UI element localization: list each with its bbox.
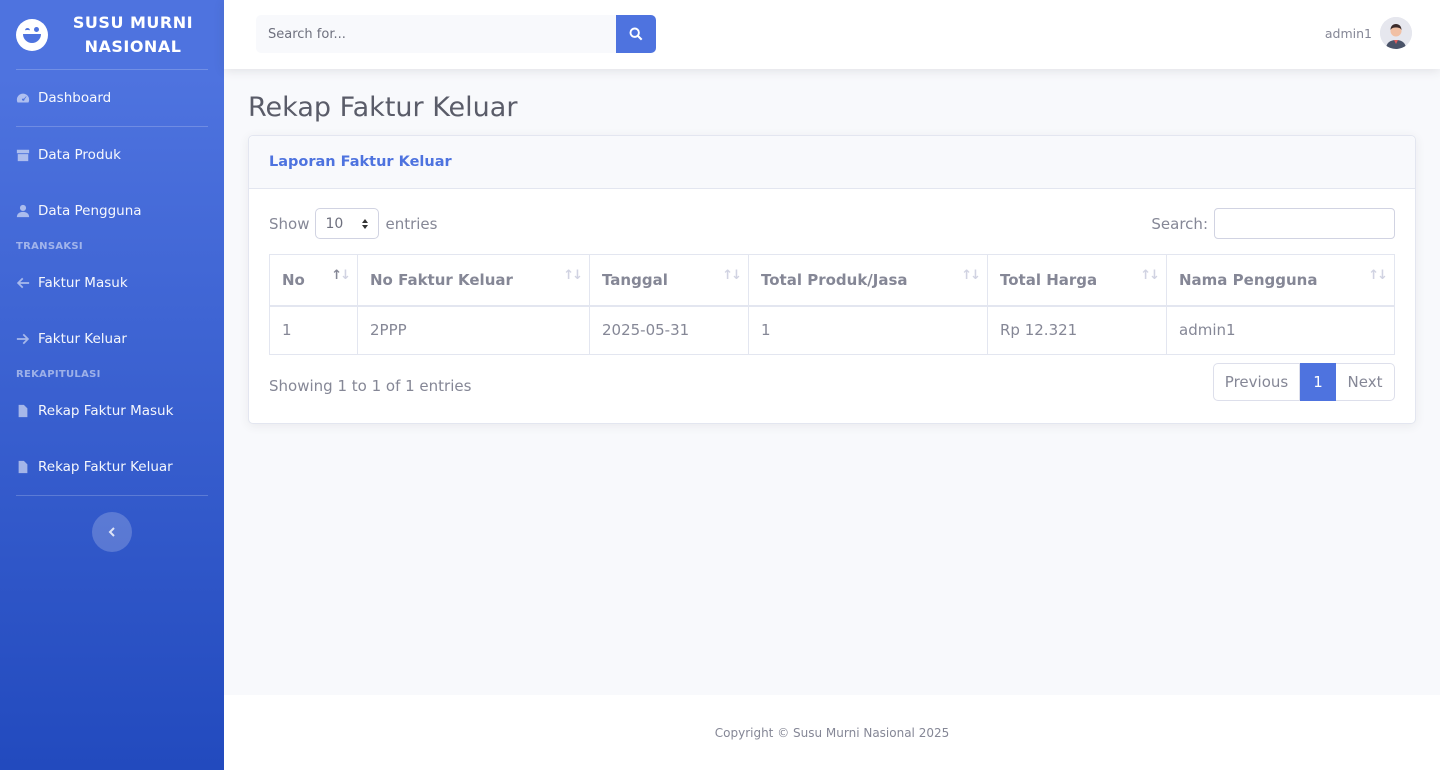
user-icon [16,204,30,218]
topbar-search [256,15,656,53]
column-label: No [282,270,305,289]
avatar [1380,17,1412,49]
sidebar-item-label: Dashboard [38,90,112,106]
sidebar-item-rekap-faktur-keluar[interactable]: Rekap Faktur Keluar [0,439,224,495]
table-cell: 2PPP [357,305,590,355]
chevron-left-icon [108,527,115,537]
search-input[interactable] [256,15,616,53]
column-header-no[interactable]: No ↑↓ [269,254,358,307]
sidebar-heading-rekapitulasi: REKAPITULASI [16,369,101,380]
search-icon [629,27,643,41]
sort-icon: ↑↓ [1368,268,1388,283]
topbar: admin1 [224,0,1440,69]
column-header-nama-pengguna[interactable]: Nama Pengguna ↑↓ [1166,254,1395,307]
sidebar-item-label: Faktur Masuk [38,275,128,291]
sidebar-heading-transaksi: TRANSAKSI [16,241,83,252]
report-card: Laporan Faktur Keluar Show 10 entries Se… [248,135,1416,424]
sort-icon: ↑↓ [961,268,981,283]
column-header-tanggal[interactable]: Tanggal ↑↓ [589,254,749,307]
sidebar-item-faktur-keluar[interactable]: Faktur Keluar [0,311,224,367]
box-icon [16,149,30,162]
sidebar-item-label: Faktur Keluar [38,331,127,347]
entries-length: Show 10 entries [269,208,437,239]
sidebar-item-dashboard[interactable]: Dashboard [0,70,224,126]
column-header-total-harga[interactable]: Total Harga ↑↓ [987,254,1167,307]
sort-caret-icon [362,218,369,229]
card-header: Laporan Faktur Keluar [249,136,1415,189]
column-label: No Faktur Keluar [370,270,513,289]
entries-select[interactable]: 10 [315,208,380,239]
sidebar-item-label: Data Pengguna [38,203,142,219]
sidebar-item-faktur-masuk[interactable]: Faktur Masuk [0,255,224,311]
table-info: Showing 1 to 1 of 1 entries [269,377,472,395]
sidebar-item-data-pengguna[interactable]: Data Pengguna [0,183,224,239]
sort-icon: ↑↓ [722,268,742,283]
tachometer-icon [16,93,30,103]
sidebar-divider [16,495,208,496]
data-table: No ↑↓ No Faktur Keluar ↑↓ Tanggal ↑↓ Total … [269,254,1395,355]
table-cell: 1 [269,305,358,355]
table-filter: Search: [1151,208,1395,239]
sidebar-item-label: Rekap Faktur Masuk [38,403,174,419]
sidebar-item-label: Data Produk [38,147,121,163]
table-header-row: No ↑↓ No Faktur Keluar ↑↓ Tanggal ↑↓ Total … [269,254,1395,307]
column-label: Tanggal [602,270,668,289]
column-header-total-produk[interactable]: Total Produk/Jasa ↑↓ [748,254,988,307]
copyright-text: Copyright © Susu Murni Nasional 2025 [714,725,950,740]
pagination: Previous 1 Next [1213,363,1395,401]
sidebar: SUSU MURNI NASIONAL Dashboard Data Produ… [0,0,224,770]
table-search-input[interactable] [1214,208,1395,239]
column-label: Nama Pengguna [1179,270,1318,289]
table-cell: 1 [748,305,988,355]
table-cell: admin1 [1166,305,1395,355]
sort-icon: ↑↓ [1140,268,1160,283]
table-row: 1 2PPP 2025-05-31 1 Rp 12.321 admin1 [269,305,1395,355]
file-icon [18,460,28,474]
user-name: admin1 [1324,25,1372,41]
show-label: Show [269,214,310,233]
brand-link[interactable]: SUSU MURNI NASIONAL [0,0,224,69]
search-label: Search: [1151,214,1208,233]
pagination-page-1[interactable]: 1 [1300,363,1336,401]
file-icon [18,404,28,418]
user-dropdown[interactable]: admin1 [1325,17,1412,49]
card-title: Laporan Faktur Keluar [269,154,452,170]
arrow-left-icon [16,277,30,289]
sort-icon: ↑↓ [331,268,351,283]
table-cell: 2025-05-31 [589,305,749,355]
pagination-next[interactable]: Next [1336,363,1395,401]
table-cell: Rp 12.321 [987,305,1167,355]
sidebar-item-data-produk[interactable]: Data Produk [0,127,224,183]
entries-label: entries [385,214,438,233]
column-label: Total Harga [1000,270,1098,289]
pagination-previous[interactable]: Previous [1213,363,1300,401]
search-button[interactable] [616,15,656,53]
brand-name: SUSU MURNI NASIONAL [72,12,194,56]
arrow-right-icon [16,333,30,345]
footer: Copyright © Susu Murni Nasional 2025 [224,695,1440,770]
column-header-no-faktur[interactable]: No Faktur Keluar ↑↓ [357,254,590,307]
sidebar-toggle-button[interactable] [92,512,132,552]
sort-icon: ↑↓ [563,268,583,283]
page-title: Rekap Faktur Keluar [248,92,518,123]
entries-select-value: 10 [325,215,344,232]
sidebar-item-label: Rekap Faktur Keluar [38,459,173,475]
laugh-wink-icon [16,18,48,51]
column-label: Total Produk/Jasa [761,270,908,289]
sidebar-item-rekap-faktur-masuk[interactable]: Rekap Faktur Masuk [0,383,224,439]
